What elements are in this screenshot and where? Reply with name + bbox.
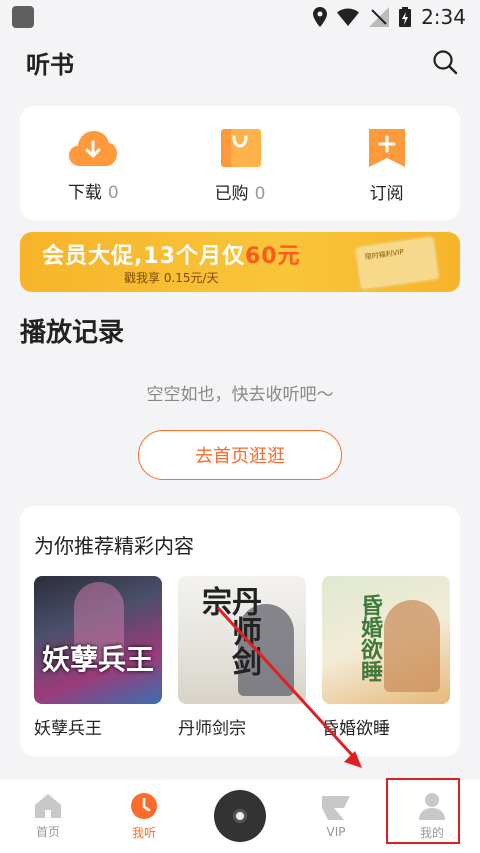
annotation-highlight-box bbox=[386, 778, 460, 844]
book-cover: 丹师剑宗 bbox=[178, 576, 306, 704]
banner-title: 会员大促,13个月仅60元 bbox=[42, 244, 301, 269]
status-bar: 2:34 bbox=[0, 0, 480, 34]
bookmark-plus-icon bbox=[368, 128, 405, 167]
book-title: 妖孽兵王 bbox=[34, 719, 102, 739]
battery-charging-icon bbox=[399, 7, 412, 27]
page-title: 听书 bbox=[26, 50, 74, 79]
shopping-bag-icon bbox=[220, 128, 261, 167]
vip-icon bbox=[322, 795, 350, 820]
quick-label-purchased: 已购 0 bbox=[214, 183, 266, 204]
banner-subtitle: 戳我享 0.15元/天 bbox=[124, 271, 219, 285]
recommend-title: 为你推荐精彩内容 bbox=[34, 534, 194, 558]
tab-home[interactable]: 首页 bbox=[0, 780, 96, 853]
book-title: 丹师剑宗 bbox=[178, 719, 246, 739]
vip-card-illustration: 限时福利VIP bbox=[353, 234, 441, 292]
book-title: 昏婚欲睡 bbox=[322, 719, 390, 739]
home-icon bbox=[35, 794, 61, 818]
quick-item-subscribe[interactable]: 订阅 bbox=[327, 127, 447, 204]
history-empty-text: 空空如也，快去收听吧～ bbox=[146, 385, 334, 405]
disc-icon bbox=[214, 789, 266, 842]
signal-off-icon bbox=[369, 7, 390, 27]
location-icon bbox=[313, 7, 328, 27]
quick-actions-card: 下载 0 已购 0 订阅 bbox=[20, 106, 460, 220]
recommend-item[interactable]: 妖孽兵王 妖孽兵王 bbox=[34, 576, 162, 739]
status-time: 2:34 bbox=[421, 5, 466, 29]
book-cover: 昏婚欲睡 bbox=[322, 576, 450, 704]
vip-promo-banner[interactable]: 会员大促,13个月仅60元 戳我享 0.15元/天 限时福利VIP bbox=[20, 232, 460, 292]
book-cover: 妖孽兵王 bbox=[34, 576, 162, 704]
clock-icon bbox=[131, 793, 157, 819]
go-home-button[interactable]: 去首页逛逛 bbox=[138, 430, 342, 480]
quick-item-download[interactable]: 下载 0 bbox=[33, 128, 153, 203]
recommend-card: 为你推荐精彩内容 妖孽兵王 妖孽兵王 丹师剑宗 丹师剑宗 昏婚欲睡 昏婚欲睡 bbox=[20, 506, 460, 756]
history-title: 播放记录 bbox=[20, 318, 125, 348]
search-icon[interactable] bbox=[432, 49, 458, 75]
recommend-item[interactable]: 丹师剑宗 丹师剑宗 bbox=[178, 576, 306, 739]
title-bar: 听书 bbox=[26, 40, 458, 84]
wifi-icon bbox=[337, 8, 360, 26]
tab-vip[interactable]: VIP bbox=[288, 780, 384, 853]
quick-item-purchased[interactable]: 已购 0 bbox=[180, 127, 300, 204]
tab-listening[interactable]: 我听 bbox=[96, 780, 192, 853]
app-notification-icon bbox=[12, 6, 34, 28]
cloud-download-icon bbox=[69, 130, 118, 166]
quick-label-download: 下载 0 bbox=[67, 182, 119, 203]
recommend-list: 妖孽兵王 妖孽兵王 丹师剑宗 丹师剑宗 昏婚欲睡 昏婚欲睡 bbox=[34, 576, 450, 739]
quick-label-subscribe: 订阅 bbox=[369, 183, 404, 204]
tab-player[interactable] bbox=[192, 780, 288, 853]
recommend-item[interactable]: 昏婚欲睡 昏婚欲睡 bbox=[322, 576, 450, 739]
